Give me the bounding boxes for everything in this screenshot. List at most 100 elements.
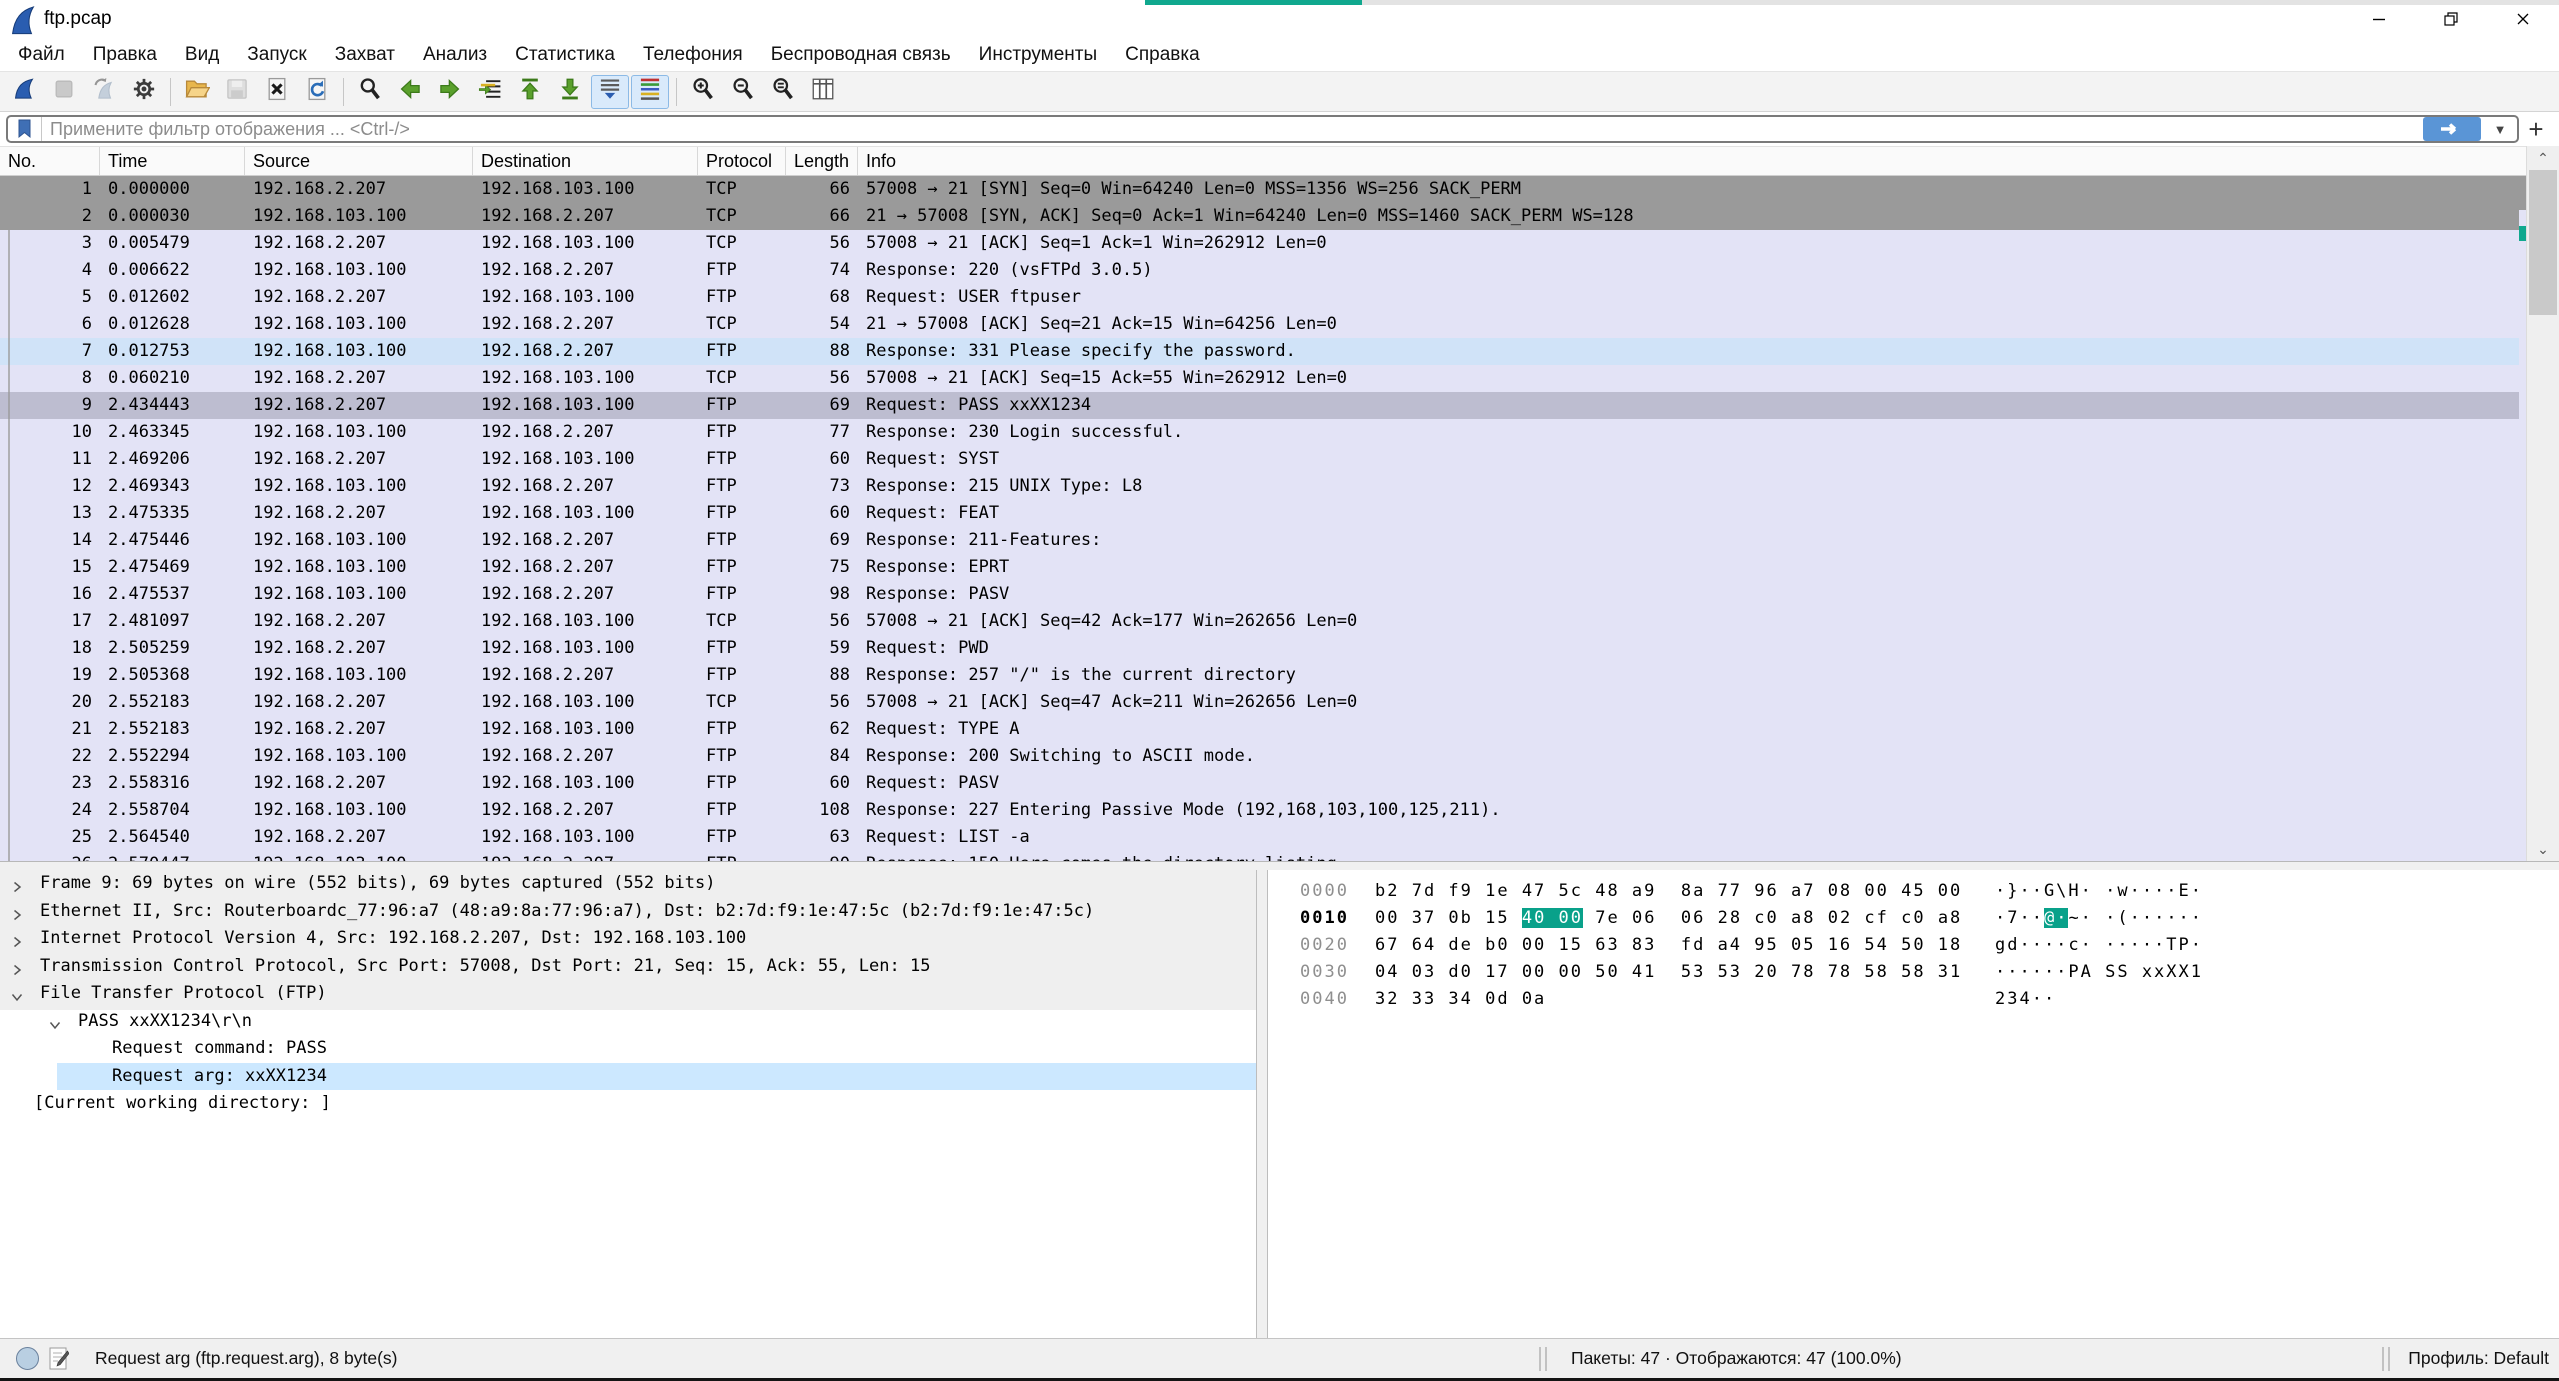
filter-dropdown-caret[interactable]: ▼ <box>2487 122 2513 137</box>
menu-item-инструменты[interactable]: Инструменты <box>965 38 1111 71</box>
auto-scroll-button[interactable] <box>591 75 629 109</box>
packet-row[interactable]: 60.012628192.168.103.100192.168.2.207TCP… <box>0 311 2559 338</box>
open-file-button[interactable] <box>178 75 216 109</box>
column-header-protocol[interactable]: Protocol <box>698 147 786 175</box>
menu-item-запуск[interactable]: Запуск <box>233 38 320 71</box>
packet-row[interactable]: 152.475469192.168.103.100192.168.2.207FT… <box>0 554 2559 581</box>
menu-item-статистика[interactable]: Статистика <box>501 38 629 71</box>
minimize-button[interactable] <box>2343 0 2415 38</box>
detail-row[interactable]: Ethernet II, Src: Routerboardc_77:96:a7 … <box>0 898 1256 926</box>
packet-row[interactable]: 162.475537192.168.103.100192.168.2.207FT… <box>0 581 2559 608</box>
detail-row[interactable]: PASS xxXX1234\r\n <box>0 1008 1256 1036</box>
packet-row[interactable]: 192.505368192.168.103.100192.168.2.207FT… <box>0 662 2559 689</box>
go-forward-button[interactable] <box>431 75 469 109</box>
packet-row[interactable]: 232.558316192.168.2.207192.168.103.100FT… <box>0 770 2559 797</box>
colorize-button[interactable] <box>631 75 669 109</box>
reload-file-button[interactable] <box>298 75 336 109</box>
restart-capture-button[interactable] <box>85 75 123 109</box>
packet-row[interactable]: 172.481097192.168.2.207192.168.103.100TC… <box>0 608 2559 635</box>
detail-text: File Transfer Protocol (FTP) <box>0 980 327 1008</box>
scroll-down-arrow[interactable]: ⌄ <box>2527 837 2559 861</box>
packet-row[interactable]: 20.000030192.168.103.100192.168.2.207TCP… <box>0 203 2559 230</box>
packet-row[interactable]: 252.564540192.168.2.207192.168.103.100FT… <box>0 824 2559 851</box>
menu-item-вид[interactable]: Вид <box>171 38 233 71</box>
horizontal-splitter[interactable] <box>0 861 2559 870</box>
hex-row[interactable]: 004032 33 34 0d 0a234·· <box>1300 986 2559 1013</box>
apply-filter-button[interactable] <box>2423 117 2481 141</box>
scroll-up-arrow[interactable]: ⌃ <box>2527 146 2559 170</box>
detail-row[interactable]: Request command: PASS <box>0 1035 1256 1063</box>
find-packet-button[interactable] <box>351 75 389 109</box>
packet-row[interactable]: 92.434443192.168.2.207192.168.103.100FTP… <box>0 392 2559 419</box>
save-file-button[interactable] <box>218 75 256 109</box>
add-filter-button[interactable]: + <box>2519 114 2553 145</box>
column-header-destination[interactable]: Destination <box>473 147 698 175</box>
vertical-splitter[interactable] <box>1256 870 1268 1338</box>
menu-item-правка[interactable]: Правка <box>79 38 171 71</box>
column-header-length[interactable]: Length <box>786 147 858 175</box>
stop-capture-button[interactable] <box>45 75 83 109</box>
packet-row[interactable]: 242.558704192.168.103.100192.168.2.207FT… <box>0 797 2559 824</box>
filter-bookmark-icon[interactable] <box>8 117 42 141</box>
packet-row[interactable]: 122.469343192.168.103.100192.168.2.207FT… <box>0 473 2559 500</box>
column-header-no[interactable]: No. <box>0 147 100 175</box>
top-border-strip <box>1362 0 2559 5</box>
hex-row[interactable]: 002067 64 de b0 00 15 63 83 fd a4 95 05 … <box>1300 932 2559 959</box>
zoom-original-button[interactable] <box>764 75 802 109</box>
packet-row[interactable]: 50.012602192.168.2.207192.168.103.100FTP… <box>0 284 2559 311</box>
start-capture-button[interactable] <box>5 75 43 109</box>
packet-row[interactable]: 70.012753192.168.103.100192.168.2.207FTP… <box>0 338 2559 365</box>
capture-comment-icon[interactable] <box>49 1347 69 1370</box>
detail-row[interactable]: [Current working directory: ] <box>0 1090 1256 1118</box>
hex-row[interactable]: 001000 37 0b 15 40 00 7e 06 06 28 c0 a8 … <box>1300 905 2559 932</box>
scrollbar-thumb[interactable] <box>2529 170 2557 315</box>
packet-list-scrollbar[interactable]: ⌃ ⌄ <box>2526 146 2559 861</box>
go-back-button[interactable] <box>391 75 429 109</box>
detail-row[interactable]: Request arg: xxXX1234 <box>0 1063 1256 1091</box>
hex-row[interactable]: 003004 03 d0 17 00 00 50 41 53 53 20 78 … <box>1300 959 2559 986</box>
menu-item-справка[interactable]: Справка <box>1111 38 1214 71</box>
column-header-time[interactable]: Time <box>100 147 245 175</box>
packet-row[interactable]: 112.469206192.168.2.207192.168.103.100FT… <box>0 446 2559 473</box>
status-profile[interactable]: Профиль: Default <box>2408 1348 2549 1369</box>
packet-row[interactable]: 222.552294192.168.103.100192.168.2.207FT… <box>0 743 2559 770</box>
packet-row[interactable]: 30.005479192.168.2.207192.168.103.100TCP… <box>0 230 2559 257</box>
capture-options-button[interactable] <box>125 75 163 109</box>
go-first-button[interactable] <box>511 75 549 109</box>
menu-item-анализ[interactable]: Анализ <box>409 38 501 71</box>
column-header-source[interactable]: Source <box>245 147 473 175</box>
go-last-button[interactable] <box>551 75 589 109</box>
packet-row[interactable]: 102.463345192.168.103.100192.168.2.207FT… <box>0 419 2559 446</box>
packet-row[interactable]: 132.475335192.168.2.207192.168.103.100FT… <box>0 500 2559 527</box>
column-header-info[interactable]: Info <box>858 147 2559 175</box>
menu-item-телефония[interactable]: Телефония <box>629 38 757 71</box>
close-file-button[interactable] <box>258 75 296 109</box>
display-filter-input[interactable] <box>42 119 2423 140</box>
zoom-out-button[interactable] <box>724 75 762 109</box>
restore-button[interactable] <box>2415 0 2487 38</box>
zoom-original-icon <box>770 76 796 107</box>
packet-row[interactable]: 10.000000192.168.2.207192.168.103.100TCP… <box>0 176 2559 203</box>
detail-row[interactable]: Transmission Control Protocol, Src Port:… <box>0 953 1256 981</box>
detail-row[interactable]: Frame 9: 69 bytes on wire (552 bits), 69… <box>0 870 1256 898</box>
packet-row[interactable]: 142.475446192.168.103.100192.168.2.207FT… <box>0 527 2559 554</box>
packet-row[interactable]: 182.505259192.168.2.207192.168.103.100FT… <box>0 635 2559 662</box>
expert-info-icon[interactable] <box>16 1347 39 1370</box>
resize-columns-button[interactable] <box>804 75 842 109</box>
packet-row[interactable]: 80.060210192.168.2.207192.168.103.100TCP… <box>0 365 2559 392</box>
detail-row[interactable]: File Transfer Protocol (FTP) <box>0 980 1256 1008</box>
menu-item-захват[interactable]: Захват <box>321 38 409 71</box>
capture-options-icon <box>131 76 157 107</box>
packet-row[interactable]: 40.006622192.168.103.100192.168.2.207FTP… <box>0 257 2559 284</box>
zoom-in-button[interactable] <box>684 75 722 109</box>
go-to-packet-button[interactable] <box>471 75 509 109</box>
status-field-info: Request arg (ftp.request.arg), 8 byte(s) <box>95 1348 398 1369</box>
hex-row[interactable]: 0000b2 7d f9 1e 47 5c 48 a9 8a 77 96 a7 … <box>1300 878 2559 905</box>
packet-row[interactable]: 212.552183192.168.2.207192.168.103.100FT… <box>0 716 2559 743</box>
menu-item-беспроводная-связь[interactable]: Беспроводная связь <box>757 38 965 71</box>
packet-row[interactable]: 262.570447192.168.103.100192.168.2.207FT… <box>0 851 2559 861</box>
close-button[interactable] <box>2487 0 2559 38</box>
menu-item-файл[interactable]: Файл <box>4 38 79 71</box>
detail-row[interactable]: Internet Protocol Version 4, Src: 192.16… <box>0 925 1256 953</box>
packet-row[interactable]: 202.552183192.168.2.207192.168.103.100TC… <box>0 689 2559 716</box>
